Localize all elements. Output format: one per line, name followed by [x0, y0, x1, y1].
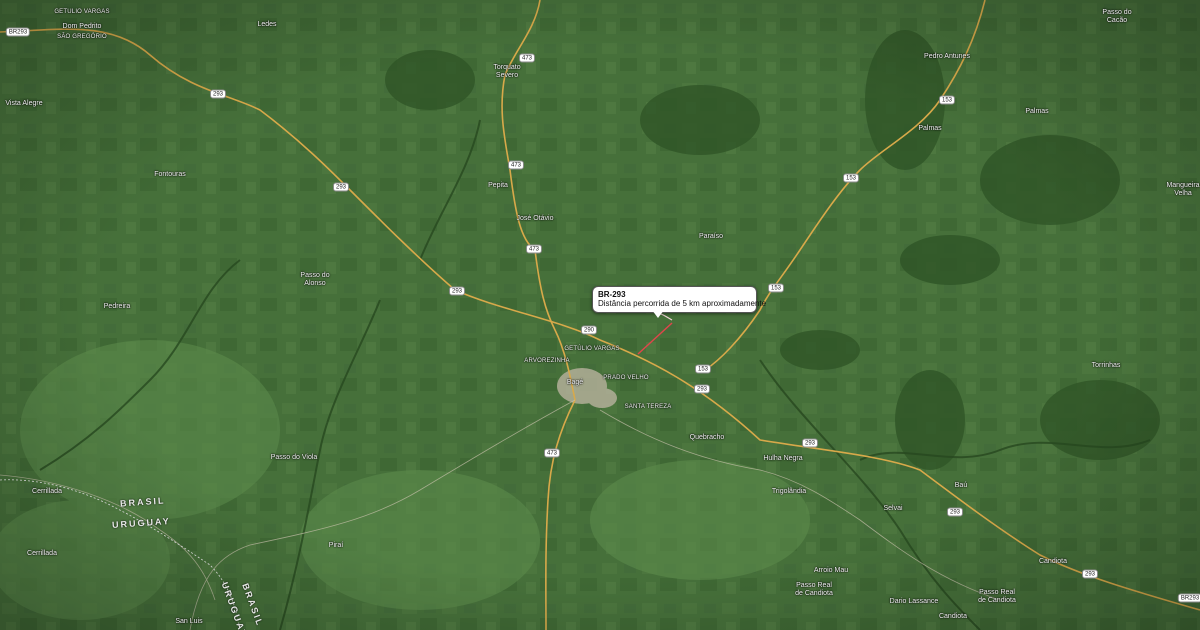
place-label: Dom Pedrito: [62, 23, 102, 30]
place-label: Ledes: [257, 21, 277, 28]
place-label: Mangueira Velha: [1166, 182, 1200, 197]
place-label: Hulha Negra: [763, 455, 803, 462]
road-shield: BR293: [5, 27, 31, 37]
place-label: Vista Alegre: [5, 100, 43, 107]
place-label: Palmas: [918, 125, 942, 132]
road-shield: 473: [525, 244, 543, 254]
place-label: Passo Real de Candiota: [978, 589, 1016, 604]
place-label: Torrinhas: [1091, 362, 1121, 369]
place-label: Candiota: [1038, 558, 1068, 565]
place-label: Pepita: [488, 182, 508, 189]
road-shield: BR293: [1177, 593, 1200, 603]
place-label: Arroio Mau: [813, 567, 849, 574]
place-label: Torquato Severo: [493, 64, 521, 79]
map-terrain: [0, 0, 1200, 630]
place-label: PRADO VELHO: [603, 375, 649, 381]
road-shield: 293: [332, 182, 350, 192]
road-shield: 153: [842, 173, 860, 183]
road-shield: 473: [507, 160, 525, 170]
place-label: Candiota: [938, 613, 968, 620]
place-label: Passo do Viola: [270, 454, 318, 461]
callout-pointer: [652, 310, 664, 318]
callout-description: Distância percorrida de 5 km aproximadam…: [598, 299, 767, 308]
road-shield: 293: [448, 286, 466, 296]
road-shield: 290: [580, 325, 598, 335]
place-label: Cerrillada: [27, 550, 57, 557]
place-label: Passo do Cacão: [1102, 9, 1132, 24]
callout-road-name: BR-293: [598, 290, 626, 299]
place-label: Trigolândia: [771, 488, 807, 495]
road-shield: 293: [693, 384, 711, 394]
place-label: Pedro Antunes: [924, 53, 970, 60]
place-label: GETULIO VARGAS: [54, 9, 110, 15]
road-shield: 293: [1081, 569, 1099, 579]
place-label: Quebracho: [689, 434, 725, 441]
place-label: Passo Real de Candiota: [795, 582, 833, 597]
distance-callout[interactable]: BR-293 Distância percorrida de 5 km apro…: [592, 286, 767, 313]
place-label: SANTA TEREZA: [624, 404, 672, 410]
place-label: Palmas: [1025, 108, 1049, 115]
place-label: SÃO GREGÓRIO: [57, 34, 107, 40]
satellite-map[interactable]: BRASIL URUGUAY BRASIL URUGUAY GETULIO VA…: [0, 0, 1200, 630]
road-shield: 473: [543, 448, 561, 458]
road-shield: 473: [518, 53, 536, 63]
place-label: ARVOREZINHA: [524, 358, 570, 364]
place-label: Selvai: [883, 505, 903, 512]
road-shield: 293: [801, 438, 819, 448]
road-shield: 153: [767, 283, 785, 293]
place-label: José Otávio: [516, 215, 554, 222]
place-label: Bagé: [566, 379, 584, 386]
place-label: Cerrillada: [32, 488, 62, 495]
place-label: Fontouras: [154, 171, 186, 178]
place-label: Baú: [954, 482, 968, 489]
place-label: GETÚLIO VARGAS: [564, 346, 620, 352]
place-label: Dario Lassance: [889, 598, 939, 605]
road-shield: 293: [209, 89, 227, 99]
road-shield: 153: [938, 95, 956, 105]
road-shield: 293: [946, 507, 964, 517]
road-shield: 153: [694, 364, 712, 374]
place-label: Piraí: [328, 542, 344, 549]
place-label: San Luis: [175, 618, 203, 625]
place-label: Passo do Alonso: [300, 272, 330, 287]
place-label: Paraíso: [698, 233, 724, 240]
place-label: Pedreira: [103, 303, 131, 310]
